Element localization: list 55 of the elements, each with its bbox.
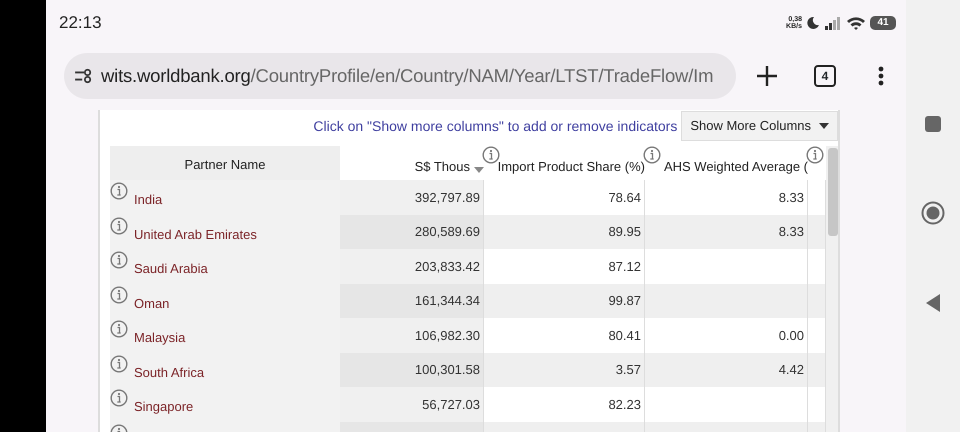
- table-cell: 4.42: [645, 352, 808, 387]
- info-icon[interactable]: [110, 182, 128, 200]
- table-cell: 280,589.69: [340, 214, 484, 249]
- signal-icon: [824, 16, 842, 30]
- table-cell: 161,344.34: [340, 284, 484, 318]
- spacer-cell: [808, 214, 826, 249]
- table-cell: 99.87: [484, 284, 645, 318]
- info-icon[interactable]: [110, 320, 128, 338]
- site-settings-icon[interactable]: [74, 68, 94, 84]
- info-icon[interactable]: [110, 389, 128, 407]
- spacer-cell: [808, 352, 826, 387]
- partner-link[interactable]: India: [134, 190, 162, 210]
- table-cell: 392,797.89: [340, 180, 484, 214]
- table-cell: 3.57: [484, 352, 645, 387]
- column-header[interactable]: AHS Weighted Average (: [664, 156, 808, 176]
- url-text: wits.worldbank.org/CountryProfile/en/Country/NAM/Year/LTST/TradeFlow/Im: [101, 64, 714, 88]
- home-icon[interactable]: [921, 201, 945, 225]
- info-icon[interactable]: [643, 146, 661, 164]
- tab-count-button[interactable]: 4: [814, 65, 836, 87]
- clock-time: 22:13: [59, 12, 102, 34]
- show-more-columns-dropdown[interactable]: Show More Columns: [681, 111, 838, 141]
- table-cell: 106,982.30: [340, 318, 484, 352]
- recent-apps-icon[interactable]: [924, 115, 942, 133]
- partner-link[interactable]: Malaysia: [134, 328, 186, 348]
- table-cell: 203,833.42: [340, 249, 484, 284]
- info-icon[interactable]: [482, 146, 500, 164]
- sort-descending-icon[interactable]: [474, 166, 484, 172]
- back-icon[interactable]: [925, 293, 941, 313]
- partner-link[interactable]: Oman: [134, 294, 170, 313]
- battery-indicator: 41: [870, 16, 896, 30]
- spacer-cell: [808, 284, 826, 318]
- info-icon[interactable]: [110, 251, 128, 269]
- table-cell: 56,727.03: [340, 387, 484, 422]
- scrollbar-track[interactable]: [826, 146, 838, 432]
- caret-icon: [819, 123, 829, 129]
- new-tab-icon[interactable]: [756, 65, 778, 87]
- scrollbar-thumb[interactable]: [828, 148, 838, 236]
- info-icon[interactable]: [110, 216, 128, 234]
- column-header[interactable]: Import Product Share (%): [498, 156, 645, 176]
- hint-text: Click on "Show more columns" to add or remove indicators: [313, 116, 678, 136]
- info-icon[interactable]: [806, 146, 824, 164]
- column-header[interactable]: S$ Thous: [414, 156, 484, 176]
- address-bar[interactable]: wits.worldbank.org/CountryProfile/en/Country/NAM/Year/LTST/TradeFlow/Im: [64, 53, 736, 99]
- moon-icon: [806, 16, 820, 30]
- partner-link[interactable]: United Arab Emirates: [134, 224, 257, 244]
- more-options-icon[interactable]: [878, 66, 884, 86]
- partner-link[interactable]: Saudi Arabia: [134, 259, 208, 278]
- info-icon[interactable]: [110, 354, 128, 372]
- partner-link[interactable]: Singapore: [134, 397, 194, 416]
- partner-link[interactable]: South Africa: [134, 362, 204, 382]
- table-cell: 100,301.58: [340, 352, 484, 387]
- info-icon[interactable]: [110, 286, 128, 304]
- table-cell: 89.95: [484, 214, 645, 249]
- table-cell: 8.33: [645, 214, 808, 249]
- wifi-icon: [846, 16, 866, 30]
